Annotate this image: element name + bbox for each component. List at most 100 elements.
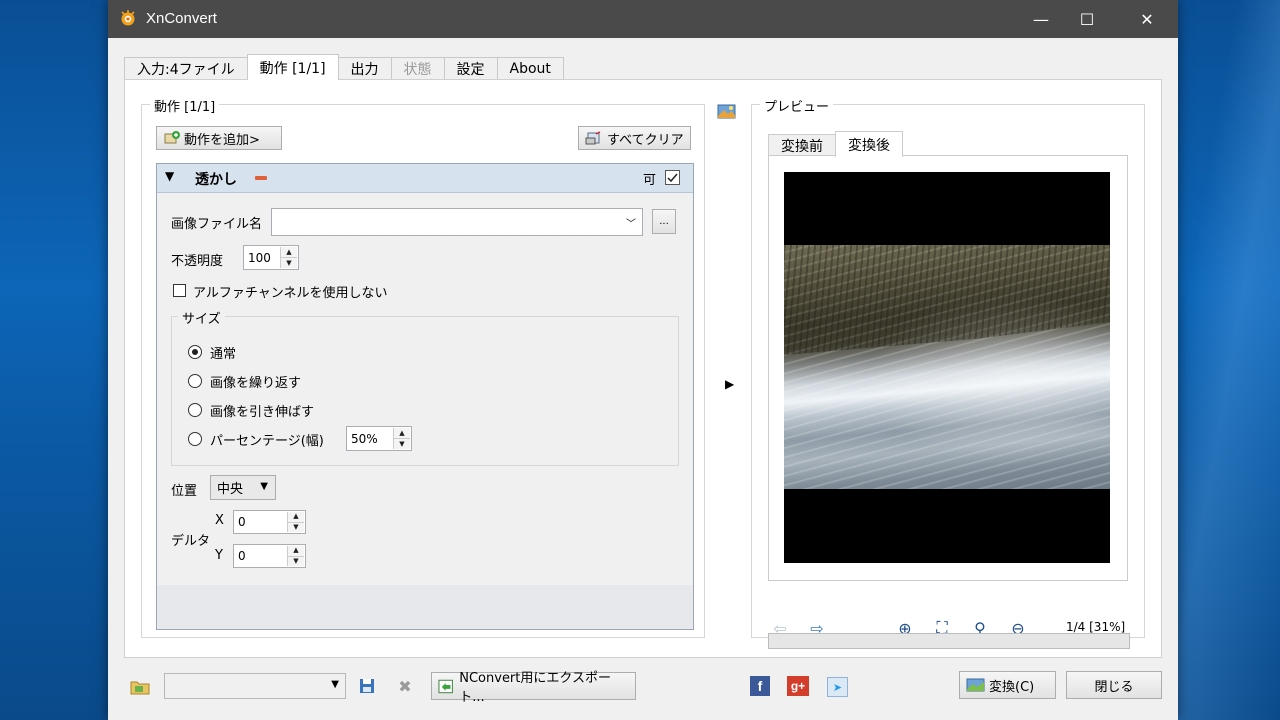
size-normal-radio[interactable] [188, 345, 202, 359]
preview-image [784, 172, 1110, 563]
spin-down-icon[interactable]: ▼ [394, 438, 410, 449]
export-nconvert-button[interactable]: NConvert用にエクスポート... [431, 671, 636, 705]
y-value: 0 [238, 549, 246, 563]
delete-preset-icon[interactable]: ✖ [394, 676, 416, 696]
action-name: 透かし [195, 172, 237, 188]
tab-settings[interactable]: 設定 [443, 57, 498, 80]
window-title: XnConvert [146, 10, 217, 27]
size-group: サイズ 通常 画像を繰り返す 画像を引き伸ばす パーセンテージ(幅) 50% ▲… [171, 308, 679, 466]
page-info: 1/4 [31%] [1066, 620, 1126, 634]
facebook-icon[interactable]: f [750, 676, 770, 696]
tab-status[interactable]: 状態 [390, 57, 445, 80]
percent-spin-buttons[interactable]: ▲ ▼ [393, 428, 410, 449]
spin-down-icon[interactable]: ▼ [281, 257, 297, 268]
size-percent-radio[interactable] [188, 432, 202, 446]
preview-progress-bar [768, 633, 1130, 649]
title-bar: XnConvert — ☐ ✕ [108, 0, 1178, 38]
percent-stepper[interactable]: 50% ▲ ▼ [346, 426, 412, 451]
enabled-label: 可 [643, 173, 657, 188]
actions-group: 動作 [1/1] 動作を追加> すべてクリア ▼ 透かし 可 画像ファイル名 ﹀… [141, 96, 705, 638]
enabled-checkbox[interactable] [665, 170, 680, 185]
add-action-label: 動作を追加> [184, 132, 260, 148]
y-label: Y [215, 548, 223, 563]
action-list-empty-area [157, 585, 693, 629]
x-spin-buttons[interactable]: ▲ ▼ [287, 512, 304, 532]
tab-input[interactable]: 入力:4ファイル [124, 57, 248, 80]
position-value: 中央 [217, 482, 244, 497]
spin-up-icon[interactable]: ▲ [394, 428, 410, 438]
clear-all-icon [585, 131, 601, 145]
opacity-label: 不透明度 [171, 254, 224, 269]
tab-output[interactable]: 出力 [337, 57, 392, 80]
position-dropdown[interactable]: 中央 ▼ [210, 475, 276, 500]
export-icon [438, 679, 453, 694]
preview-refresh-icon[interactable] [717, 102, 737, 120]
maximize-icon: ☐ [1079, 9, 1095, 29]
convert-icon [966, 678, 985, 692]
maximize-button[interactable]: ☐ [1064, 0, 1110, 38]
size-percent-label: パーセンテージ(幅) [210, 434, 324, 449]
dropdown-arrow-icon: ▼ [260, 481, 268, 492]
y-stepper[interactable]: 0 ▲ ▼ [233, 544, 306, 568]
preview-area [768, 155, 1128, 581]
dropdown-arrow-icon: ▼ [331, 679, 339, 690]
size-group-legend: サイズ [178, 308, 225, 327]
add-action-icon [164, 131, 180, 144]
app-window: XnConvert — ☐ ✕ 入力:4ファイル 動作 [1/1] 出力 状態 … [108, 0, 1178, 720]
save-preset-icon[interactable] [356, 676, 378, 696]
size-repeat-radio[interactable] [188, 374, 202, 388]
tab-about[interactable]: About [496, 57, 564, 80]
spin-down-icon[interactable]: ▼ [288, 521, 304, 533]
y-spin-buttons[interactable]: ▲ ▼ [287, 546, 304, 566]
clear-all-button[interactable]: すべてクリア [578, 126, 691, 150]
play-arrow-icon[interactable]: ▶ [725, 377, 734, 391]
x-label: X [215, 513, 224, 528]
position-label: 位置 [171, 484, 198, 499]
actions-group-legend: 動作 [1/1] [150, 96, 220, 115]
convert-button[interactable]: 変換(C) [959, 671, 1056, 699]
main-tab-bar: 入力:4ファイル 動作 [1/1] 出力 状態 設定 About [124, 54, 564, 80]
opacity-stepper[interactable]: 100 ▲ ▼ [243, 245, 299, 270]
close-label: 閉じる [1094, 679, 1134, 695]
no-alpha-label: アルファチャンネルを使用しない [193, 286, 388, 301]
twitter-icon[interactable]: ➤ [827, 677, 848, 697]
preview-group-legend: プレビュー [760, 96, 834, 115]
preset-combobox[interactable]: ▼ [164, 673, 346, 699]
google-plus-icon[interactable]: g+ [787, 676, 809, 696]
spin-up-icon[interactable]: ▲ [288, 546, 304, 556]
preview-group: プレビュー 変換前 変換後 ⇦ ⇨ ⊕ ⛶ ⚲ ⊖ 1/4 [31%] [751, 96, 1145, 649]
collapse-triangle-icon[interactable]: ▼ [165, 169, 174, 183]
add-action-button[interactable]: 動作を追加> [156, 126, 282, 150]
convert-label: 変換(C) [989, 679, 1035, 695]
percent-value: 50% [351, 431, 378, 446]
action-watermark-panel: ▼ 透かし 可 画像ファイル名 ﹀ ... 不透明度 100 ▲ ▼ アルファチ… [156, 163, 694, 630]
checkmark-icon [667, 173, 678, 183]
tab-after[interactable]: 変換後 [835, 131, 903, 157]
tab-actions[interactable]: 動作 [1/1] [246, 54, 339, 80]
delta-label: デルタ [171, 534, 211, 549]
opacity-value: 100 [248, 250, 271, 265]
xnconvert-logo-icon [121, 10, 135, 26]
spin-up-icon[interactable]: ▲ [288, 512, 304, 522]
preview-tab-bar: 変換前 変換後 [768, 131, 903, 157]
minimize-button[interactable]: — [1018, 0, 1064, 38]
open-folder-icon[interactable] [128, 676, 152, 698]
image-file-label: 画像ファイル名 [171, 217, 263, 232]
main-panel: 動作 [1/1] 動作を追加> すべてクリア ▼ 透かし 可 画像ファイル名 ﹀… [124, 79, 1162, 658]
remove-action-icon[interactable] [255, 176, 267, 180]
opacity-spin-buttons[interactable]: ▲ ▼ [280, 247, 297, 268]
spin-up-icon[interactable]: ▲ [281, 247, 297, 257]
tab-before[interactable]: 変換前 [768, 134, 836, 157]
close-window-button[interactable]: ✕ [1124, 0, 1170, 38]
clear-all-label: すべてクリア [607, 132, 684, 148]
image-file-combobox[interactable]: ﹀ [271, 208, 643, 236]
no-alpha-checkbox[interactable] [173, 284, 186, 297]
export-nconvert-label: NConvert用にエクスポート... [459, 671, 611, 705]
chevron-down-icon: ﹀ [626, 219, 636, 230]
x-stepper[interactable]: 0 ▲ ▼ [233, 510, 306, 534]
browse-button[interactable]: ... [652, 209, 676, 234]
close-button[interactable]: 閉じる [1066, 671, 1162, 699]
size-stretch-radio[interactable] [188, 403, 202, 417]
size-stretch-label: 画像を引き伸ばす [210, 405, 315, 420]
spin-down-icon[interactable]: ▼ [288, 555, 304, 567]
